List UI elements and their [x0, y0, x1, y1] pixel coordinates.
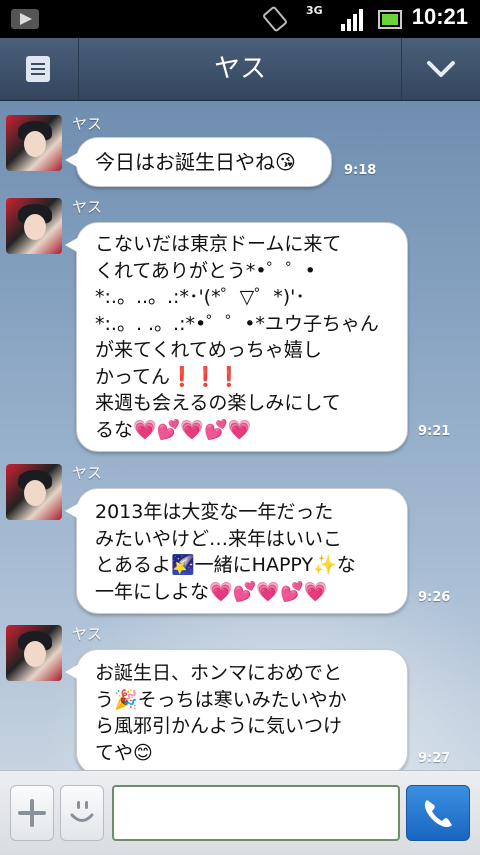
screen-rotation-icon	[263, 6, 287, 32]
status-bar: 3G 10:21	[0, 0, 480, 38]
phone-icon	[424, 800, 452, 828]
clock: 10:21	[411, 4, 468, 29]
message-time: 9:26	[418, 590, 451, 605]
smiley-icon	[70, 801, 94, 822]
message-input-bar	[0, 770, 480, 855]
battery-icon	[378, 10, 402, 29]
signal-strength-icon	[341, 9, 363, 31]
chat-message-list[interactable]: ヤス 今日はお誕生日やね😘 9:18 ヤス こないだは東京ドームに来て くれてあ…	[0, 101, 480, 770]
chevron-down-icon	[427, 61, 455, 77]
sender-avatar[interactable]	[6, 625, 62, 681]
chat-title: ヤス	[213, 54, 266, 84]
message-bubble[interactable]: 2013年は大変な一年だった みたいやけど…来年はいいこ とあるよ🌠一緒にHAP…	[65, 488, 408, 614]
menu-button[interactable]	[0, 38, 79, 100]
sender-avatar[interactable]	[6, 198, 62, 254]
call-button[interactable]	[406, 785, 470, 841]
sender-avatar[interactable]	[6, 115, 62, 171]
emoticon-button[interactable]	[60, 785, 104, 841]
network-type: 3G	[306, 4, 323, 17]
sender-name: ヤス	[72, 464, 103, 482]
expand-button[interactable]	[401, 38, 480, 100]
menu-list-icon	[26, 56, 50, 82]
sender-name: ヤス	[72, 198, 103, 216]
sender-name: ヤス	[72, 115, 103, 133]
message-bubble[interactable]: 今日はお誕生日やね😘	[65, 137, 332, 187]
attach-button[interactable]	[10, 785, 54, 841]
message-bubble[interactable]: こないだは東京ドームに来て くれてありがとう*•゜゜• *:.。..。.:*･'…	[65, 222, 408, 452]
message-input[interactable]	[112, 785, 400, 841]
chat-header: ヤス	[0, 38, 480, 101]
message-time: 9:21	[418, 424, 451, 439]
sender-avatar[interactable]	[6, 464, 62, 520]
message-time: 9:27	[418, 751, 451, 766]
message-time: 9:18	[344, 163, 377, 178]
download-notification-icon	[11, 9, 39, 29]
message-bubble[interactable]: お誕生日、ホンマにおめでと う🎉そっちは寒いみたいやか ら風邪引かんように気いつ…	[65, 649, 408, 770]
plus-icon	[18, 799, 46, 827]
sender-name: ヤス	[72, 625, 103, 643]
